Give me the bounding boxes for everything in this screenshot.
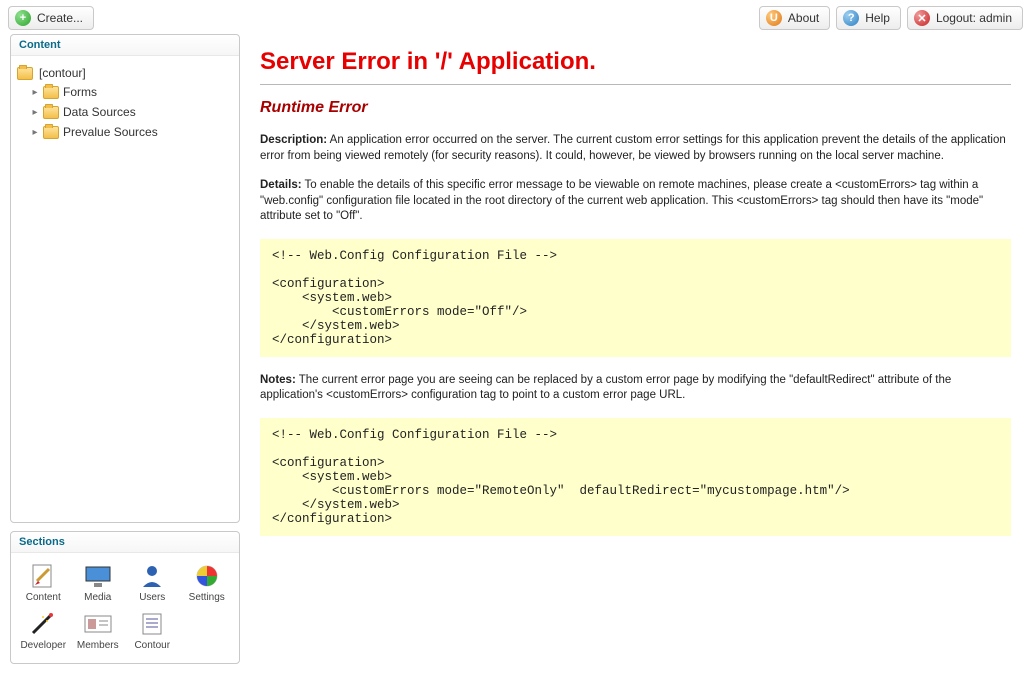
section-label: Users (139, 592, 165, 603)
tree-item-forms[interactable]: ▸ Forms (29, 82, 233, 102)
section-users[interactable]: Users (126, 561, 179, 605)
tree-item-label: Prevalue Sources (63, 125, 158, 139)
tree-item-datasources[interactable]: ▸ Data Sources (29, 102, 233, 122)
about-icon: U (766, 10, 782, 26)
code-sample-1: <!-- Web.Config Configuration File --> <… (260, 239, 1011, 357)
content-panel-header: Content (11, 35, 239, 56)
create-button-label: Create... (37, 11, 83, 25)
section-developer[interactable]: Developer (17, 609, 70, 653)
divider (260, 84, 1011, 85)
section-label: Settings (189, 592, 225, 603)
plus-icon: + (15, 10, 31, 26)
chevron-right-icon[interactable]: ▸ (29, 107, 41, 118)
tree-item-label: Data Sources (63, 105, 136, 119)
section-label: Members (77, 640, 119, 651)
help-button-label: Help (865, 11, 890, 25)
section-settings[interactable]: Settings (181, 561, 234, 605)
section-members[interactable]: Members (72, 609, 125, 653)
wand-icon (27, 611, 59, 637)
sections-panel-header: Sections (11, 532, 239, 553)
folder-icon (17, 67, 33, 80)
sections-panel: Sections Content Media (10, 531, 240, 664)
tree-root-contour[interactable]: [contour] (17, 64, 233, 82)
error-subtitle: Runtime Error (260, 99, 1011, 117)
document-edit-icon (27, 563, 59, 589)
chevron-right-icon[interactable]: ▸ (29, 87, 41, 98)
about-button[interactable]: U About (759, 6, 830, 30)
id-card-icon (82, 611, 114, 637)
create-button[interactable]: + Create... (8, 6, 94, 30)
user-icon (136, 563, 168, 589)
error-details: Details: To enable the details of this s… (260, 178, 1011, 225)
section-label: Developer (20, 640, 66, 651)
tree-item-label: Forms (63, 85, 97, 99)
details-label: Details: (260, 179, 302, 191)
help-button[interactable]: ? Help (836, 6, 901, 30)
top-toolbar: + Create... U About ? Help ✕ Logout: adm… (0, 0, 1031, 34)
error-notes: Notes: The current error page you are se… (260, 373, 1011, 404)
notes-text: The current error page you are seeing ca… (260, 374, 951, 402)
tree-root-label: [contour] (39, 66, 86, 80)
monitor-icon (82, 563, 114, 589)
about-button-label: About (788, 11, 819, 25)
form-icon (136, 611, 168, 637)
logout-button[interactable]: ✕ Logout: admin (907, 6, 1023, 30)
content-panel: Content [contour] ▸ Forms ▸ Data Sourc (10, 34, 240, 523)
description-text: An application error occurred on the ser… (260, 134, 1006, 162)
folder-icon (43, 126, 59, 139)
section-contour[interactable]: Contour (126, 609, 179, 653)
description-label: Description: (260, 134, 327, 146)
logout-button-label: Logout: admin (936, 11, 1012, 25)
folder-icon (43, 86, 59, 99)
section-label: Content (26, 592, 61, 603)
error-description: Description: An application error occurr… (260, 133, 1011, 164)
content-tree: [contour] ▸ Forms ▸ Data Sources ▸ (11, 56, 239, 150)
section-label: Media (84, 592, 111, 603)
error-title: Server Error in '/' Application. (260, 48, 1011, 76)
details-text: To enable the details of this specific e… (260, 179, 983, 222)
logout-icon: ✕ (914, 10, 930, 26)
help-icon: ? (843, 10, 859, 26)
folder-icon (43, 106, 59, 119)
tree-item-prevalue[interactable]: ▸ Prevalue Sources (29, 122, 233, 142)
chevron-right-icon[interactable]: ▸ (29, 127, 41, 138)
sidebar: Content [contour] ▸ Forms ▸ Data Sourc (0, 34, 240, 672)
main-content: Server Error in '/' Application. Runtime… (240, 34, 1031, 672)
code-sample-2: <!-- Web.Config Configuration File --> <… (260, 418, 1011, 536)
section-label: Contour (134, 640, 170, 651)
color-wheel-icon (191, 563, 223, 589)
section-content[interactable]: Content (17, 561, 70, 605)
notes-label: Notes: (260, 374, 296, 386)
section-media[interactable]: Media (72, 561, 125, 605)
